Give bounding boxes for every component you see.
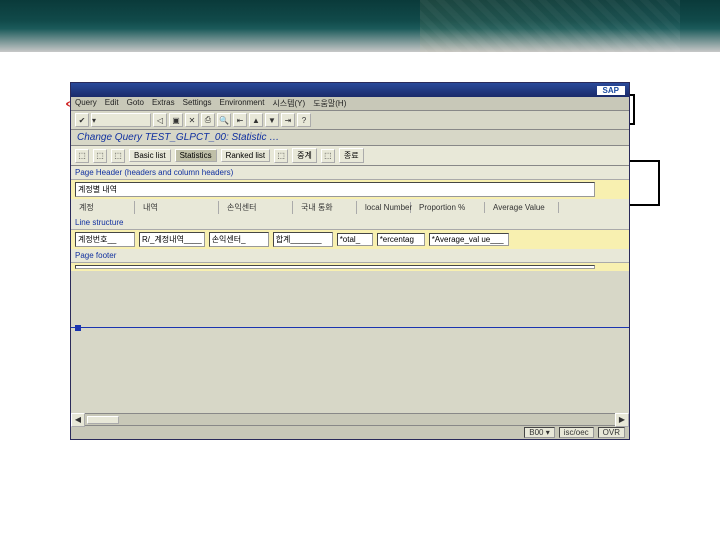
scroll-left-icon[interactable]: ◀ [71, 413, 85, 427]
app-title: Change Query TEST_GLPCT_00: Statistic … [71, 130, 629, 145]
tool-help-icon[interactable]: ? [297, 113, 311, 127]
menu-settings[interactable]: Settings [183, 98, 212, 109]
menu-environment[interactable]: Environment [220, 98, 265, 109]
list-btn-3-icon[interactable]: ⬚ [111, 149, 125, 163]
tool-back-icon[interactable]: ◁ [153, 113, 167, 127]
status-ovr: OVR [598, 427, 625, 438]
tool-exit-icon[interactable]: ▣ [169, 113, 183, 127]
list-btn-2-icon[interactable]: ⬚ [93, 149, 107, 163]
hdr-col-3: 손익센터 [223, 201, 293, 214]
footer-text-input[interactable] [75, 265, 595, 269]
body-spacer-2 [71, 333, 629, 413]
hdr-col-7: Average Value [489, 202, 559, 213]
hdr-col-4: 국내 통화 [297, 201, 357, 214]
line-col-1-input[interactable]: 계정번호__ [75, 232, 135, 247]
body-spacer-1 [71, 271, 629, 321]
tool-cancel-icon[interactable]: ✕ [185, 113, 199, 127]
hdr-col-6: Proportion % [415, 202, 485, 213]
section-divider [71, 321, 629, 333]
slide-decoration-header [0, 0, 720, 52]
basic-list-button[interactable]: Basic list [129, 149, 171, 162]
tool-pagelast-icon[interactable]: ⇥ [281, 113, 295, 127]
ranked-list-button[interactable]: Ranked list [221, 149, 271, 162]
line-col-4-input[interactable]: 합계_______ [273, 232, 333, 247]
menubar[interactable]: Query Edit Goto Extras Settings Environm… [71, 97, 629, 111]
scroll-thumb[interactable] [87, 416, 119, 424]
hdr-col-5: local Number [361, 202, 411, 213]
line-col-7-input[interactable]: *Average_val ue___ [429, 233, 509, 246]
menu-help[interactable]: 도움말(H) [313, 98, 346, 109]
list-btn-4-icon[interactable]: ⬚ [274, 149, 288, 163]
sap-logo: SAP [597, 86, 625, 95]
status-mode: isc/oec [559, 427, 594, 438]
line-col-2-input[interactable]: R/_계정내역____ [139, 232, 205, 247]
page-footer-section-label: Page footer [71, 249, 629, 263]
line-col-5-input[interactable]: *otal_ [337, 233, 373, 246]
tool-find-icon[interactable]: 🔍 [217, 113, 231, 127]
tool-pageup-icon[interactable]: ▲ [249, 113, 263, 127]
tool-page1-icon[interactable]: ⇤ [233, 113, 247, 127]
footer-text-row[interactable] [71, 263, 629, 271]
line-col-6-input[interactable]: *ercentag [377, 233, 425, 246]
hdr-col-2: 내역 [139, 201, 219, 214]
sap-window: SAP Query Edit Goto Extras Settings Envi… [70, 82, 630, 440]
list-btn-1-icon[interactable]: ⬚ [75, 149, 89, 163]
header-text-input[interactable]: 계정별 내역 [75, 182, 595, 197]
scroll-right-icon[interactable]: ▶ [615, 413, 629, 427]
list-toolbar[interactable]: ⬚ ⬚ ⬚ Basic list Statistics Ranked list … [71, 145, 629, 166]
tool-command-icon[interactable]: ▾ [91, 113, 151, 127]
tool-check-icon[interactable]: ✔ [75, 113, 89, 127]
window-titlebar[interactable]: SAP [71, 83, 629, 97]
standard-toolbar[interactable]: ✔ ▾ ◁ ▣ ✕ ⎙ 🔍 ⇤ ▲ ▼ ⇥ ? [71, 111, 629, 130]
header-text-row[interactable]: 계정별 내역 [71, 180, 629, 199]
header-columns-row: 계정 내역 손익센터 국내 통화 local Number Proportion… [71, 199, 629, 216]
statusbar: B00 ▾ isc/oec OVR [71, 425, 629, 439]
menu-edit[interactable]: Edit [105, 98, 119, 109]
mid-button[interactable]: 중계 [292, 148, 317, 163]
line-col-3-input[interactable]: 손익센터_ [209, 232, 269, 247]
menu-extras[interactable]: Extras [152, 98, 175, 109]
hdr-col-1: 계정 [75, 201, 135, 214]
status-server[interactable]: B00 ▾ [524, 427, 554, 438]
tool-print-icon[interactable]: ⎙ [201, 113, 215, 127]
menu-system[interactable]: 시스템(Y) [272, 98, 305, 109]
line-structure-section-label: Line structure [71, 216, 629, 230]
statistics-button[interactable]: Statistics [175, 149, 217, 162]
menu-goto[interactable]: Goto [127, 98, 144, 109]
slide-body: 다수의 Statistics 설정이 가능 Header / Footer 변경… [0, 52, 720, 450]
exit-button[interactable]: 종료 [339, 148, 364, 163]
menu-query[interactable]: Query [75, 98, 97, 109]
list-btn-5-icon[interactable]: ⬚ [321, 149, 335, 163]
line-structure-row[interactable]: 계정번호__ R/_계정내역____ 손익센터_ 합계_______ *otal… [71, 230, 629, 249]
horizontal-scrollbar[interactable]: ◀ ▶ [71, 413, 629, 425]
tool-pagedn-icon[interactable]: ▼ [265, 113, 279, 127]
page-header-section-label: Page Header (headers and column headers) [71, 166, 629, 180]
